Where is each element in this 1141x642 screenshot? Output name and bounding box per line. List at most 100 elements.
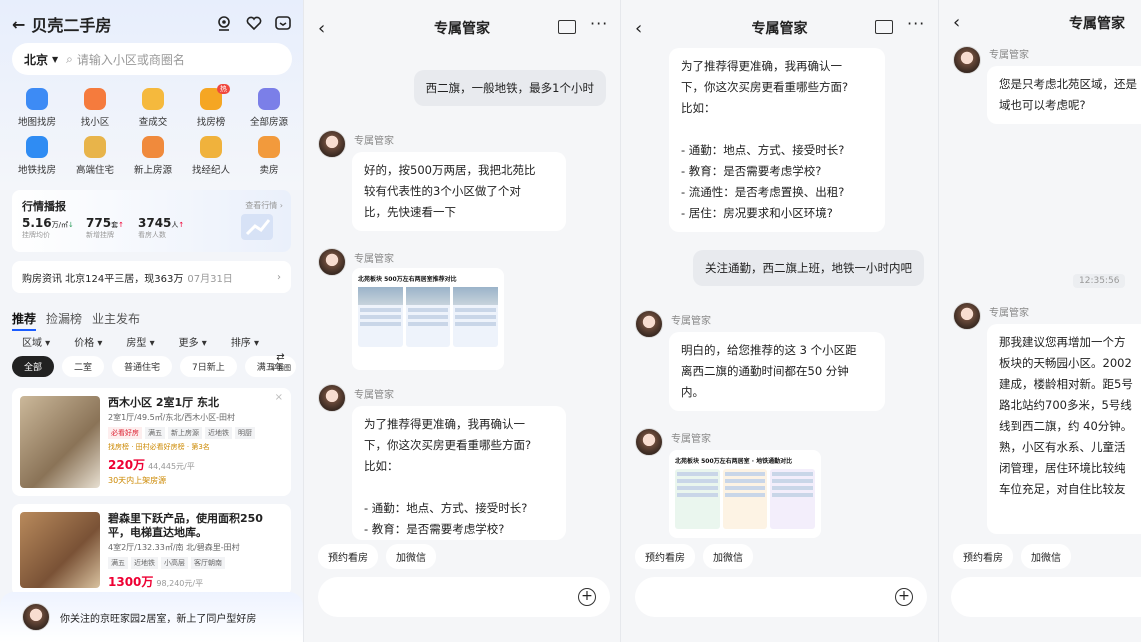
- feature-icon: [200, 136, 222, 158]
- chip-new-7d[interactable]: 7日新上: [180, 356, 237, 377]
- chip-two-room[interactable]: 二室: [62, 356, 105, 377]
- chat-input[interactable]: [951, 577, 1141, 617]
- filter-more[interactable]: 更多 ▾: [179, 334, 207, 349]
- feature-label: 地铁找房: [17, 165, 56, 176]
- news-date: 07月31日: [187, 273, 233, 285]
- agent-message: 明白的，给您推荐的这 3 个小区距 离西二旗的通勤时间都在50 分钟 内。: [669, 332, 885, 411]
- listing-price: 1300万 98,240元/平: [108, 575, 204, 589]
- message-box-icon[interactable]: [274, 14, 292, 32]
- tab-bargain[interactable]: 捡漏榜: [46, 310, 82, 331]
- avatar: [635, 310, 663, 338]
- chevron-down-icon: ▼: [52, 54, 59, 64]
- feature-item[interactable]: 查成交: [124, 88, 182, 128]
- feature-item[interactable]: 全部房源: [240, 88, 298, 128]
- feature-icon: [26, 88, 48, 110]
- heart-message-icon[interactable]: [245, 14, 263, 32]
- feature-item[interactable]: 卖房: [240, 136, 298, 176]
- avatar: [953, 46, 981, 74]
- tab-recommend[interactable]: 推荐: [12, 310, 37, 331]
- feature-label: 找经纪人: [191, 165, 230, 176]
- feature-icon: [84, 136, 106, 158]
- agent-name: 专属管家: [354, 390, 394, 401]
- agent-name: 专属管家: [671, 434, 711, 445]
- listing-card[interactable]: 西木小区 2室1厅 东北 2室1厅/49.5㎡/东北/西木小区-田村 必看好房 …: [12, 388, 291, 496]
- chat-input[interactable]: [635, 577, 927, 617]
- feature-item[interactable]: 高端住宅: [66, 136, 124, 176]
- plus-icon[interactable]: +: [895, 588, 913, 606]
- add-wechat-button[interactable]: 加微信: [386, 544, 436, 569]
- search-placeholder: 请输入小区或商圈名: [76, 52, 185, 67]
- contact-card-icon[interactable]: [558, 20, 576, 34]
- city-selector[interactable]: 北京: [24, 51, 48, 68]
- commute-image[interactable]: 北苑板块 500万左右两居室 · 地铁通勤对比: [669, 450, 821, 538]
- location-icon[interactable]: [215, 14, 233, 32]
- feature-item[interactable]: 找经纪人: [182, 136, 240, 176]
- feature-item[interactable]: 找小区: [66, 88, 124, 128]
- listing-note: 30天内上架房源: [108, 476, 167, 485]
- book-viewing-button[interactable]: 预约看房: [953, 544, 1013, 569]
- filter-layout[interactable]: 房型 ▾: [126, 334, 154, 349]
- back-arrow-icon[interactable]: ←: [12, 15, 25, 34]
- book-viewing-button[interactable]: 预约看房: [635, 544, 695, 569]
- chat-title: 专属管家: [434, 21, 490, 37]
- feed-tabs: 推荐 捡漏榜 业主发布: [12, 310, 140, 331]
- close-icon[interactable]: ×: [275, 392, 283, 403]
- feature-label: 地图找房: [17, 117, 56, 128]
- user-message: 西二旗，一般地铁，最多1个小时: [413, 70, 606, 106]
- agent-message: 好的，按500万两居，我把北苑比 较有代表性的3个小区做了个对 比，先快速看一下: [352, 152, 566, 231]
- market-stat-price: 5.16万/㎡↓ 挂牌均价: [22, 216, 74, 239]
- feature-item[interactable]: 新上房源: [124, 136, 182, 176]
- filter-sort[interactable]: 排序 ▾: [231, 334, 259, 349]
- floorplan-toggle[interactable]: ⇄ 平面图: [270, 352, 291, 373]
- filter-area[interactable]: 区域 ▾: [22, 334, 50, 349]
- listing-tag: 客厅朝南: [191, 557, 225, 569]
- market-chart-icon: [241, 214, 273, 240]
- contact-card-icon[interactable]: [875, 20, 893, 34]
- listing-tag: 近地铁: [131, 557, 158, 569]
- add-wechat-button[interactable]: 加微信: [703, 544, 753, 569]
- quick-replies: 预约看房 加微信: [953, 544, 1071, 569]
- commute-image-title: 北苑板块 500万左右两居室 · 地铁通勤对比: [675, 458, 793, 465]
- comparison-image[interactable]: 北苑板块 500万左右两居室推荐对比: [352, 268, 504, 370]
- quick-chips: 全部 二室 普通住宅 7日新上 满五年: [12, 356, 296, 377]
- agent-name: 专属管家: [354, 254, 394, 265]
- search-bar[interactable]: 北京 ▼ ⌕ 请输入小区或商圈名: [12, 43, 292, 75]
- listing-tag: 新上房源: [168, 427, 202, 439]
- more-icon[interactable]: ···: [590, 14, 608, 33]
- tab-owner[interactable]: 业主发布: [92, 310, 140, 331]
- chip-residential[interactable]: 普通住宅: [112, 356, 173, 377]
- listing-card[interactable]: 碧森里下跃产品，使用面积250平，电梯直达地库。 4室2厅/132.33㎡/南 …: [12, 504, 291, 596]
- listing-tag: 小高层: [161, 557, 188, 569]
- filter-price[interactable]: 价格 ▾: [74, 334, 102, 349]
- more-icon[interactable]: ···: [907, 14, 925, 33]
- feature-item[interactable]: 热找房榜: [182, 84, 240, 128]
- quick-replies: 预约看房 加微信: [318, 544, 436, 569]
- news-row[interactable]: 购房资讯 北京124平三居，现363万 07月31日 ›: [12, 261, 291, 293]
- feature-icon: [142, 88, 164, 110]
- back-icon[interactable]: ‹: [635, 18, 642, 39]
- listing-photo: [20, 512, 100, 588]
- filter-bar: 区域 ▾ 价格 ▾ 房型 ▾ 更多 ▾ 排序 ▾: [22, 334, 259, 349]
- feature-item[interactable]: 地铁找房: [8, 136, 66, 176]
- chip-all[interactable]: 全部: [12, 356, 55, 377]
- chat-title: 专属管家: [1069, 16, 1125, 32]
- market-stat-visitors: 3745人↑ 看房人数: [138, 216, 185, 239]
- chevron-right-icon: ›: [277, 271, 281, 283]
- book-viewing-button[interactable]: 预约看房: [318, 544, 378, 569]
- chat-input[interactable]: [318, 577, 610, 617]
- feature-label: 找房榜: [196, 117, 226, 128]
- add-wechat-button[interactable]: 加微信: [1021, 544, 1071, 569]
- comparison-image-title: 北苑板块 500万左右两居室推荐对比: [358, 276, 457, 283]
- avatar: [318, 384, 346, 412]
- feature-label: 找小区: [80, 117, 110, 128]
- chat-panel-2: 专属管家 ‹ ··· 为了推荐得更准确，我再确认一 下，你这次买房更看重哪些方面…: [620, 0, 938, 642]
- feature-item[interactable]: 地图找房: [8, 88, 66, 128]
- home-panel: ← 贝壳二手房 北京 ▼ ⌕ 请输入小区或商圈名 地图找房 找小区 查成交热找房榜全…: [0, 0, 303, 642]
- back-icon[interactable]: ‹: [318, 18, 325, 39]
- back-icon[interactable]: ‹: [953, 12, 960, 33]
- plus-icon[interactable]: +: [578, 588, 596, 606]
- search-icon: ⌕: [66, 51, 73, 66]
- market-report[interactable]: 行情播报 查看行情 › 5.16万/㎡↓ 挂牌均价 775套↑ 新增挂牌 3745人…: [12, 190, 291, 252]
- follow-notification[interactable]: 你关注的京旺家园2居室，新上了同户型好房: [0, 592, 303, 642]
- agent-name: 专属管家: [354, 136, 394, 147]
